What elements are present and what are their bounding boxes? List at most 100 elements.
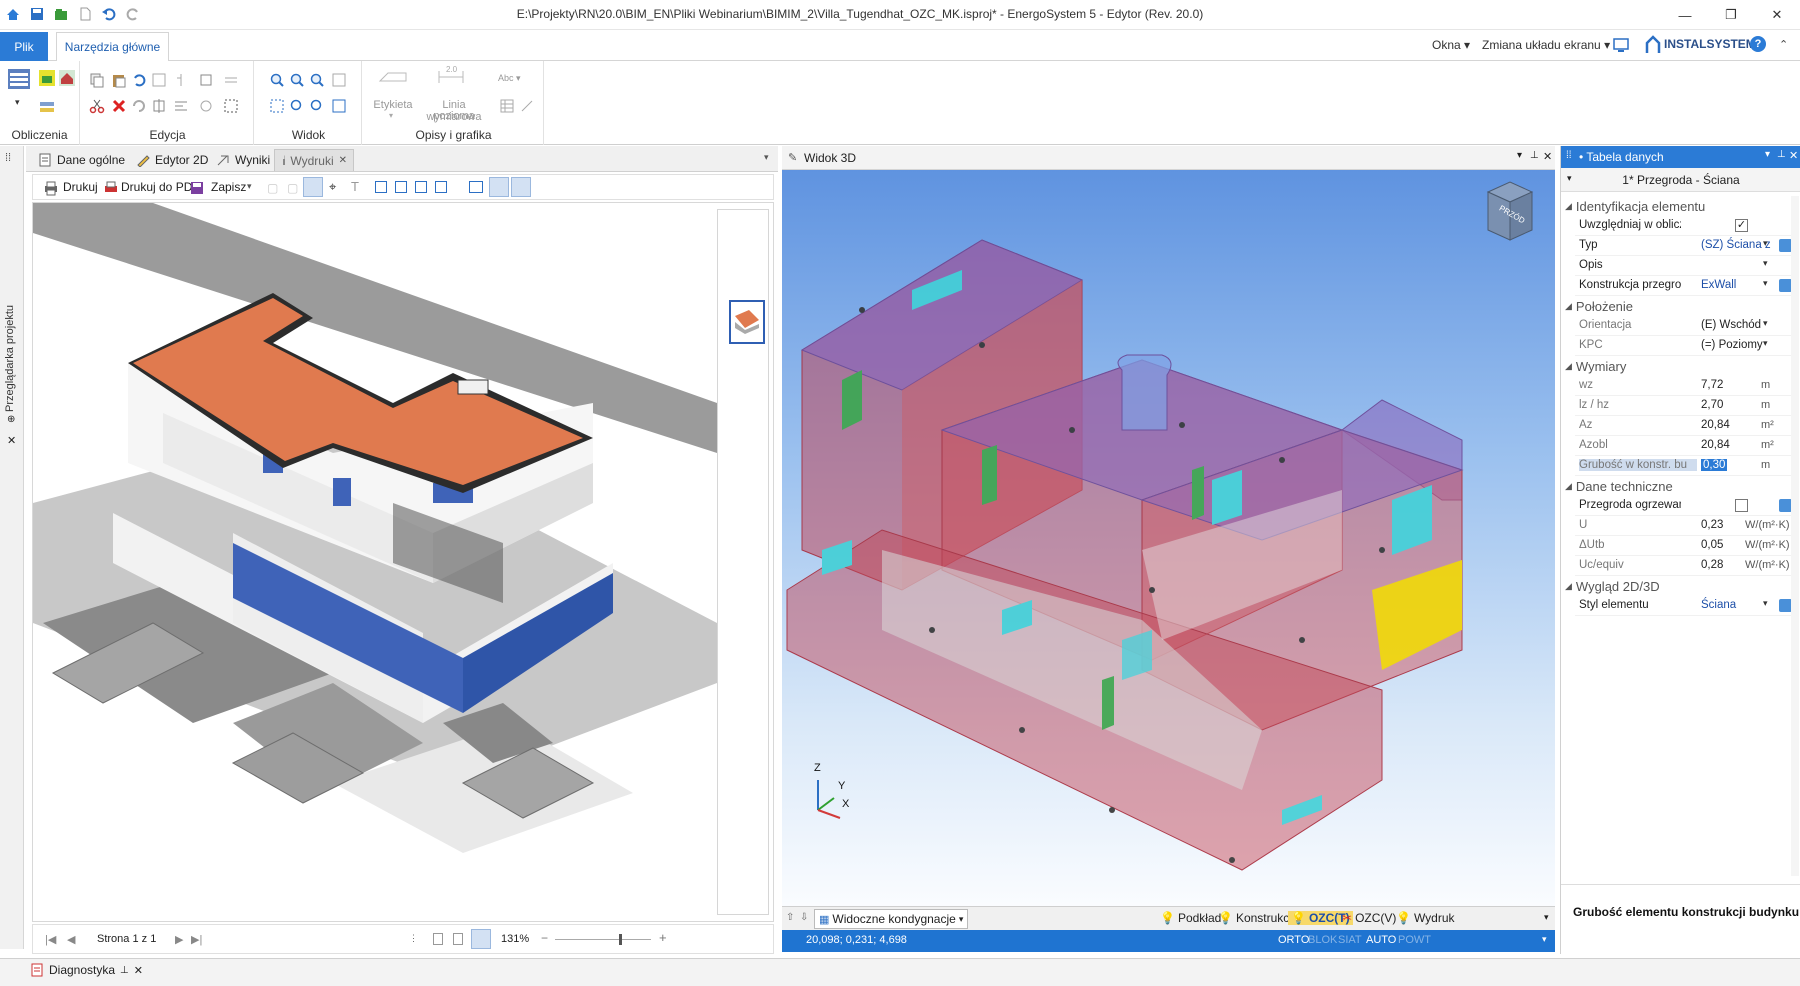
zapisz-button[interactable]: Zapisz (211, 180, 246, 194)
zoom-slider-thumb[interactable] (619, 934, 622, 945)
new-document-icon[interactable] (76, 5, 94, 23)
single-page-icon[interactable] (433, 933, 443, 945)
pan-icon[interactable] (330, 97, 348, 115)
tab-dane-ogolne[interactable]: Dane ogólne (32, 149, 131, 171)
calc-table-icon[interactable] (7, 67, 31, 91)
paste-icon[interactable] (110, 71, 128, 89)
zoom-window-icon[interactable] (308, 71, 326, 89)
zoom-out-icon[interactable] (288, 71, 306, 89)
prop-value[interactable]: 0,23 (1701, 519, 1723, 531)
close-icon[interactable]: ✕ (134, 964, 143, 977)
layer-ozcv[interactable]: ✂ OZC(V) (1342, 911, 1396, 925)
tab-narzedzia-glowne[interactable]: Narzędzia główne (56, 32, 169, 62)
zoom-all-icon[interactable] (268, 97, 286, 115)
zoom-out-button[interactable]: − (541, 931, 548, 945)
kpc-select[interactable]: (=) Poziomy (1701, 339, 1763, 351)
zoom-in-icon[interactable] (268, 71, 286, 89)
line-icon[interactable] (222, 71, 240, 89)
drukuj-pdf-button[interactable]: Drukuj do PDF (121, 180, 200, 194)
dropdown-icon[interactable]: ▾ (1763, 598, 1768, 609)
dropdown-icon[interactable]: ▾ (1763, 238, 1768, 249)
text-icon[interactable]: T (351, 179, 359, 194)
project-browser-collapsed[interactable]: ⁞⁞ Przeglądarka projektu ⊕ ✕ (0, 146, 24, 949)
pin-icon[interactable]: ⊥ (1530, 150, 1539, 161)
etykieta-label[interactable]: Etykieta (368, 99, 418, 111)
prop-value[interactable]: 2,70 (1701, 399, 1723, 411)
save-icon[interactable] (28, 5, 46, 23)
close-icon[interactable]: ✕ (1789, 149, 1798, 162)
layout-menu[interactable]: Zmiana układu ekranu ▾ (1482, 38, 1610, 52)
print-preview-area[interactable] (32, 202, 774, 922)
section-wyglad[interactable]: ◢ Wygląd 2D/3D (1561, 576, 1793, 596)
cut-icon[interactable] (88, 97, 106, 115)
group-icon[interactable] (172, 97, 190, 115)
first-page-icon[interactable]: |◀ (45, 933, 56, 946)
collapse-ribbon-icon[interactable]: ⌃ (1779, 38, 1788, 51)
pin-icon[interactable]: ⊥ (1777, 149, 1786, 160)
graphic-icon[interactable] (518, 97, 536, 115)
zoom-next-icon[interactable] (308, 97, 326, 115)
fit-icon[interactable] (469, 181, 483, 193)
level-down-icon[interactable]: ⇩ (800, 912, 808, 923)
last-page-icon[interactable]: ▶| (191, 933, 202, 946)
undo-icon[interactable] (100, 5, 118, 23)
tab-plik[interactable]: Plik (0, 32, 48, 61)
dropdown-icon[interactable]: ▾ (389, 111, 393, 120)
tabs-dropdown-icon[interactable]: ▾ (764, 152, 769, 163)
page-setup-icon[interactable]: ▢ (267, 181, 278, 195)
drukuj-button[interactable]: Drukuj (63, 180, 98, 194)
section-identyfikacja[interactable]: ◢ Identyfikacja elementu (1561, 196, 1793, 216)
table-icon[interactable] (498, 97, 516, 115)
prev-page-icon[interactable]: ◀ (67, 933, 75, 946)
refresh-icon[interactable] (130, 97, 148, 115)
view-3d-canvas[interactable]: PRZÓD Z Y X (782, 170, 1555, 906)
mode-orto[interactable]: ORTO (1278, 934, 1309, 946)
pdf-icon[interactable] (103, 180, 119, 196)
page-width-icon[interactable] (395, 181, 407, 193)
mode-powt[interactable]: POWT (1398, 934, 1431, 946)
linia-label-2[interactable]: pozioma (414, 110, 494, 122)
prop-value[interactable]: 20,84 (1701, 439, 1730, 451)
properties-scrollbar[interactable] (1791, 196, 1799, 876)
tab-wydruki[interactable]: Wydruki ✕ (274, 149, 354, 171)
element-selector[interactable]: ▾ 1* Przegroda - Ściana (1561, 168, 1800, 192)
prop-value[interactable]: 20,84 (1701, 419, 1730, 431)
include-checkbox[interactable]: ✓ (1735, 219, 1748, 232)
mode-blok[interactable]: BLOK (1308, 934, 1337, 946)
layout-icon[interactable] (303, 177, 323, 197)
close-tab-icon[interactable]: ✕ (339, 155, 347, 166)
close-icon[interactable]: ✕ (1543, 150, 1552, 163)
rotate-icon[interactable] (197, 97, 215, 115)
pin-icon[interactable]: ⊥ (120, 965, 129, 976)
layer-konstrukcja[interactable]: 💡 Konstrukcja (1218, 911, 1299, 925)
dropdown-icon[interactable]: ▾ (1763, 258, 1768, 269)
panel-icon[interactable]: ⁞⁞ (5, 152, 11, 164)
calc-report-icon[interactable] (38, 98, 56, 116)
layer-podklad[interactable]: 💡 Podkład (1160, 911, 1221, 925)
thumbnail-toggle-icon[interactable] (489, 177, 509, 197)
mirror-icon[interactable] (150, 97, 168, 115)
orientation-select[interactable]: (E) Wschód (1701, 319, 1761, 331)
list-toggle-icon[interactable] (511, 177, 531, 197)
calc-house-icon[interactable] (58, 69, 76, 87)
frame-icon[interactable] (150, 71, 168, 89)
heated-checkbox[interactable] (1735, 499, 1748, 512)
label-icon[interactable] (378, 67, 408, 89)
zoom-in-button[interactable]: + (659, 930, 667, 945)
kondygnacje-select[interactable]: ▦ Widoczne kondygnacje ▾ (814, 909, 969, 929)
copy-page-icon[interactable]: ▢ (287, 181, 298, 195)
dropdown-icon[interactable]: ▾ (1765, 149, 1770, 160)
two-pages-icon[interactable] (415, 181, 427, 193)
restore-button[interactable]: ❐ (1708, 0, 1754, 30)
dropdown-icon[interactable]: ▾ (1763, 338, 1768, 349)
okna-menu[interactable]: Okna ▾ (1432, 38, 1470, 52)
dropdown-icon[interactable]: ▾ (1763, 278, 1768, 289)
tab-wyniki[interactable]: Wyniki (210, 149, 276, 171)
layer-wydruk[interactable]: 💡 Wydruk (1396, 911, 1455, 925)
pin-icon[interactable]: ⊕ (7, 414, 15, 425)
screen-icon[interactable] (1612, 36, 1630, 57)
find-icon[interactable]: ⌖ (329, 179, 336, 195)
section-wymiary[interactable]: ◢ Wymiary (1561, 356, 1793, 376)
dropdown-icon[interactable]: ▾ (1763, 318, 1768, 329)
dropdown-icon[interactable]: ▾ (1544, 912, 1549, 923)
